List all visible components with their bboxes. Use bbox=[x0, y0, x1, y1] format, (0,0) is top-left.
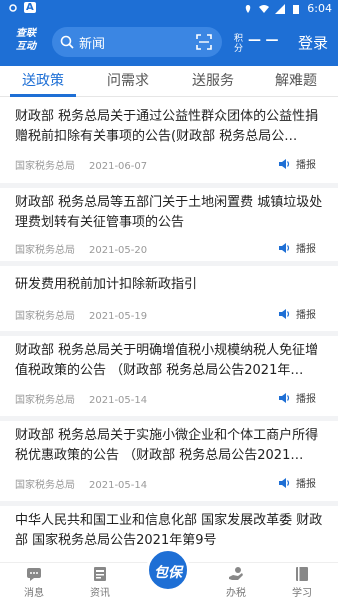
item-title: 财政部 税务总局关于明确增值税小规模纳税人免征增值税政策的公告 （财政部 税务总… bbox=[15, 343, 319, 378]
signal-icon bbox=[275, 3, 286, 14]
item-title: 财政部 税务总局等五部门关于土地闲置费 城镇垃圾处理费划转有关征管事项的公告 bbox=[15, 195, 323, 230]
play-button[interactable]: 播报 bbox=[278, 390, 316, 405]
speaker-icon bbox=[279, 477, 290, 488]
search-icon bbox=[60, 35, 74, 49]
item-title: 财政部 税务总局关于实施小微企业和个体工商户所得税优惠政策的公告 （财政部 税务… bbox=[15, 428, 319, 463]
tab-solve-problems[interactable]: 解难题 bbox=[254, 70, 338, 90]
login-button[interactable]: 登录 bbox=[298, 32, 328, 53]
speaker-icon bbox=[279, 392, 290, 403]
speaker-icon bbox=[279, 158, 290, 169]
item-meta: 国家税务总局 2021-05-14 bbox=[15, 391, 147, 406]
list-item[interactable]: 研发费用税前加计扣除新政指引 国家税务总局 2021-05-19 播报 bbox=[0, 261, 338, 336]
nav-study[interactable]: 学习 bbox=[272, 565, 332, 599]
hand-icon bbox=[229, 567, 243, 580]
item-title: 中华人民共和国工业和信息化部 国家发展改革委 财政部 国家税务总局公告2021年… bbox=[15, 513, 323, 548]
status-bar: A 6:04 bbox=[0, 0, 338, 18]
item-date: 2021-06-07 bbox=[89, 161, 148, 172]
play-label: 播报 bbox=[296, 479, 316, 490]
item-meta: 国家税务总局 2021-05-20 bbox=[15, 241, 147, 256]
nav-label: 学习 bbox=[292, 588, 312, 599]
scan-icon[interactable] bbox=[196, 34, 212, 50]
book-icon bbox=[296, 567, 308, 581]
item-title: 财政部 税务总局关于通过公益性群众团体的公益性捐赠税前扣除有关事项的公告(财政部… bbox=[15, 109, 319, 144]
list-item[interactable]: 财政部 税务总局等五部门关于土地闲置费 城镇垃圾处理费划转有关征管事项的公告 国… bbox=[0, 183, 338, 266]
location-icon bbox=[246, 4, 251, 13]
item-source: 国家税务总局 bbox=[15, 311, 75, 322]
list-item[interactable]: 财政部 税务总局关于明确增值税小规模纳税人免征增值税政策的公告 （财政部 税务总… bbox=[0, 331, 338, 421]
item-date: 2021-05-19 bbox=[89, 311, 148, 322]
play-label: 播报 bbox=[296, 244, 316, 255]
search-input-text[interactable]: 新闻 bbox=[79, 33, 105, 52]
item-date: 2021-05-14 bbox=[89, 395, 148, 406]
baobao-button[interactable]: 包保 bbox=[146, 548, 190, 592]
item-meta: 国家税务总局 2021-06-07 bbox=[15, 157, 147, 172]
nav-label: 消息 bbox=[24, 588, 44, 599]
item-source: 国家税务总局 bbox=[15, 480, 75, 491]
item-meta: 国家税务总局 2021-05-14 bbox=[15, 476, 147, 491]
nav-tax[interactable]: 办税 bbox=[206, 565, 266, 599]
item-date: 2021-05-14 bbox=[89, 480, 148, 491]
item-source: 国家税务总局 bbox=[15, 395, 75, 406]
nav-label: 资讯 bbox=[90, 588, 110, 599]
item-source: 国家税务总局 bbox=[15, 245, 75, 256]
item-title: 研发费用税前加计扣除新政指引 bbox=[15, 277, 198, 292]
logo-line-1: 查联 bbox=[16, 28, 36, 39]
play-button[interactable]: 播报 bbox=[278, 240, 316, 255]
nav-news[interactable]: 资讯 bbox=[70, 565, 130, 599]
item-date: 2021-05-20 bbox=[89, 245, 148, 256]
tab-send-service[interactable]: 送服务 bbox=[171, 70, 255, 90]
speaker-icon bbox=[279, 242, 290, 253]
play-label: 播报 bbox=[296, 394, 316, 405]
settings-status-icon bbox=[9, 3, 17, 12]
status-time: 6:04 bbox=[307, 2, 332, 15]
nav-message[interactable]: 消息 bbox=[4, 565, 64, 599]
item-meta: 国家税务总局 2021-05-19 bbox=[15, 307, 147, 322]
search-bar[interactable]: 新闻 bbox=[52, 27, 222, 57]
play-button[interactable]: 播报 bbox=[278, 156, 316, 171]
wifi-icon bbox=[259, 4, 270, 13]
item-source: 国家税务总局 bbox=[15, 161, 75, 172]
news-icon bbox=[94, 567, 106, 581]
play-button[interactable]: 播报 bbox=[278, 306, 316, 321]
points-value: — — bbox=[248, 33, 279, 48]
list-item[interactable]: 财政部 税务总局关于通过公益性群众团体的公益性捐赠税前扣除有关事项的公告(财政部… bbox=[0, 97, 338, 188]
list-item[interactable]: 财政部 税务总局关于实施小微企业和个体工商户所得税优惠政策的公告 （财政部 税务… bbox=[0, 416, 338, 506]
app-logo: 查联 互动 bbox=[8, 27, 44, 57]
status-letter: A bbox=[24, 2, 36, 13]
message-icon bbox=[27, 568, 41, 581]
play-label: 播报 bbox=[296, 310, 316, 321]
tab-ask-needs[interactable]: 问需求 bbox=[86, 70, 170, 90]
speaker-icon bbox=[279, 308, 290, 319]
battery-icon bbox=[293, 4, 300, 14]
points-label: 积分 bbox=[234, 34, 244, 54]
play-button[interactable]: 播报 bbox=[278, 475, 316, 490]
play-label: 播报 bbox=[296, 160, 316, 171]
nav-label: 办税 bbox=[226, 588, 246, 599]
logo-line-2: 互动 bbox=[16, 41, 36, 52]
app-header: 查联 互动 新闻 积分 — — 登录 bbox=[0, 18, 338, 66]
tab-bar: 送政策 问需求 送服务 解难题 bbox=[0, 66, 338, 97]
tab-send-policy[interactable]: 送政策 bbox=[1, 70, 85, 90]
